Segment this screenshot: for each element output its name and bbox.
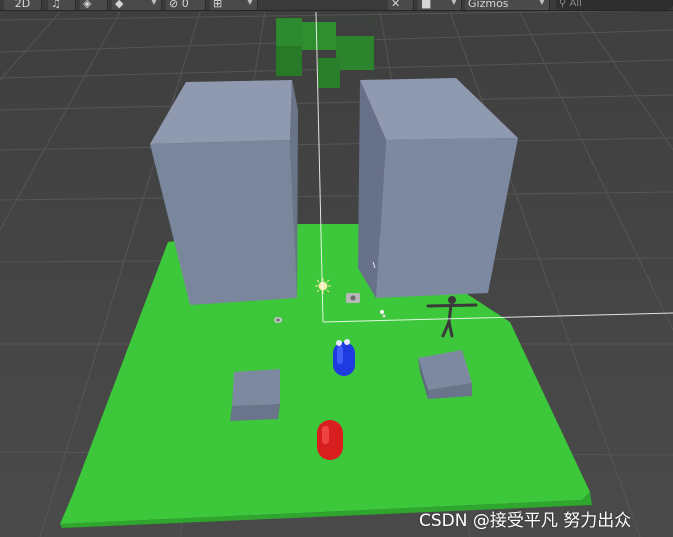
layers-icon: ◆ [115,0,124,10]
hidden-count: 0 [181,0,189,10]
camera-icon: ■ [421,0,432,10]
search-icon: ⚲ [559,0,567,9]
camera-gizmo-icon[interactable] [346,293,360,303]
sound-gizmo-icon[interactable] [274,317,282,323]
chevron-down-icon: ▼ [246,0,253,6]
scene-viewport[interactable] [0,0,673,537]
audio-toggle-button[interactable]: ♫ [48,0,76,10]
2d-mode-button[interactable]: 2D [4,0,42,10]
hidden-objects-button[interactable]: ⊘ 0 [166,0,206,10]
search-placeholder: All [569,0,582,9]
grid-snap-icon: ⊞ [213,0,223,10]
effects-toggle-button[interactable]: ◈ [80,0,108,10]
gizmos-label: Gizmos [468,0,509,10]
tools-icon: ✕ [391,0,401,10]
watermark-text: CSDN @接受平凡 努力出众 [419,511,632,531]
chevron-down-icon: ▼ [150,0,157,6]
scene-toolbar: 2D ♫ ◈ ◆ ▼ ⊘ 0 ⊞ ▼ ✕ ■ ▼ Gizmos ▼ ⚲ All [0,0,673,11]
small-box-left[interactable] [230,369,280,421]
hierarchy-search-input[interactable]: ⚲ All [556,0,673,10]
chevron-down-icon: ▼ [450,0,457,6]
chevron-down-icon: ▼ [538,0,545,6]
tools-button[interactable]: ✕ [388,0,414,10]
small-box-right[interactable] [418,350,472,399]
eye-slash-icon: ⊘ [169,0,179,10]
effects-icon: ◈ [83,0,92,10]
gizmos-dropdown-button[interactable]: Gizmos ▼ [465,0,550,10]
audio-icon: ♫ [51,0,61,10]
red-enemy-capsule[interactable] [317,420,343,460]
layers-dropdown-button[interactable]: ◆ ▼ [112,0,162,10]
light-gizmo-icon[interactable] [315,278,331,294]
grid-snap-button[interactable]: ⊞ ▼ [210,0,258,10]
camera-settings-button[interactable]: ■ ▼ [418,0,462,10]
